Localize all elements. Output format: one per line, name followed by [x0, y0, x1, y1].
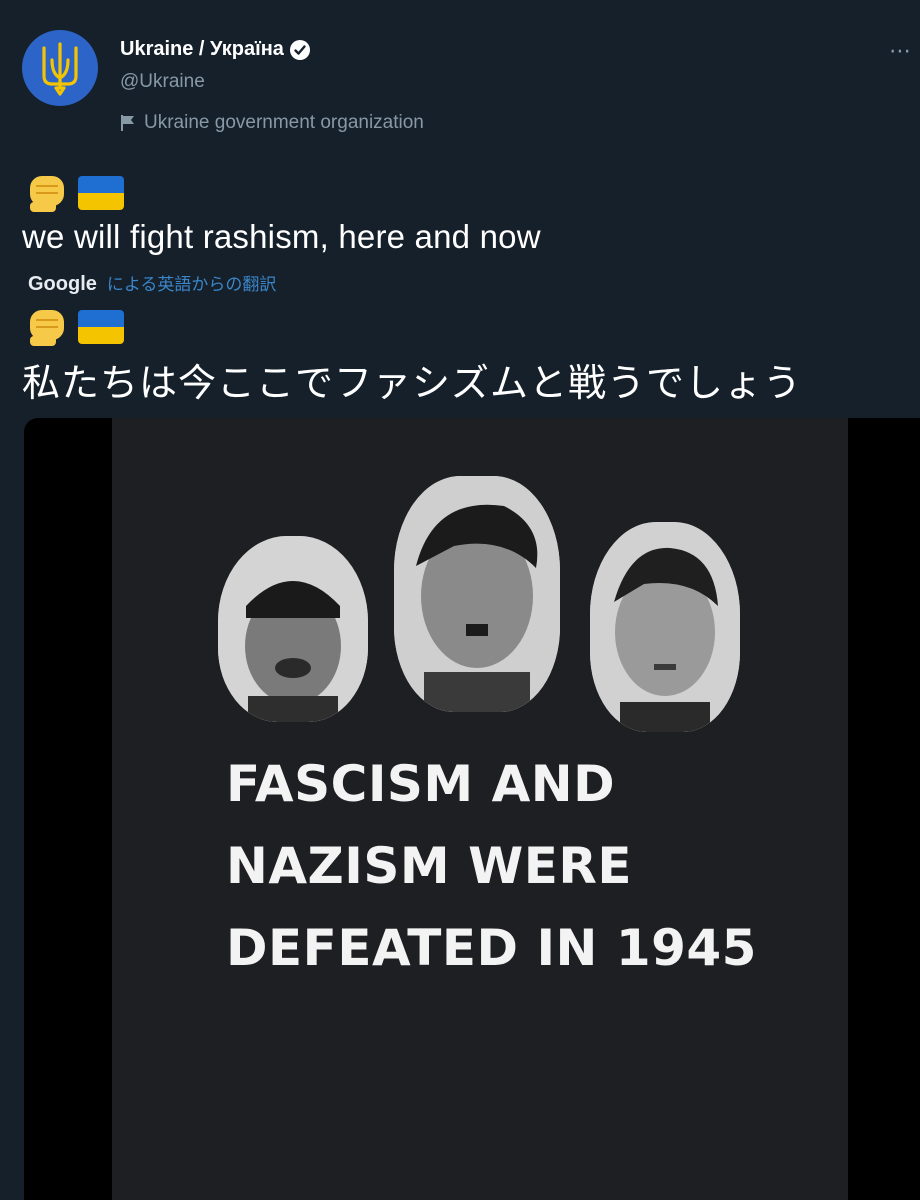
avatar[interactable]	[22, 30, 98, 106]
tweet-card: Ukraine / Україна @Ukraine Ukraine gover…	[0, 0, 920, 1200]
trident-icon	[42, 42, 78, 96]
caption-line: NAZISM WERE	[226, 837, 633, 895]
translation-link[interactable]: による英語からの翻訳	[107, 270, 277, 295]
flag-icon	[121, 115, 134, 131]
verified-badge-icon	[289, 39, 310, 60]
translated-text: 私たちは今ここでファシズムと戦うでしょう	[22, 363, 803, 405]
portrait-right	[590, 522, 740, 732]
emoji-row-translated	[24, 306, 124, 348]
portrait-left	[218, 536, 368, 722]
display-name-text: Ukraine / Україна	[120, 38, 284, 60]
translation-label: Google による英語からの翻訳	[28, 270, 276, 296]
display-name[interactable]: Ukraine / Україна	[120, 38, 310, 61]
tweet-text: we will fight rashism, here and now	[22, 218, 541, 255]
government-org-label: Ukraine government organization	[120, 112, 424, 134]
raised-fist-icon	[30, 176, 64, 212]
portrait-center	[394, 476, 560, 712]
raised-fist-icon	[30, 310, 64, 346]
tweet-media-image[interactable]: FASCISM AND NAZISM WERE DEFEATED IN 1945	[24, 418, 920, 1200]
org-label-text: Ukraine government organization	[144, 112, 424, 133]
caption-line: FASCISM AND	[226, 755, 616, 813]
more-options-icon[interactable]: ⋯	[889, 38, 912, 64]
caption-line: DEFEATED IN 1945	[226, 919, 757, 977]
google-label: Google	[28, 273, 97, 295]
media-caption: FASCISM AND NAZISM WERE DEFEATED IN 1945	[226, 743, 757, 989]
ukraine-flag-icon	[78, 176, 124, 210]
emoji-row	[24, 172, 124, 214]
user-handle[interactable]: @Ukraine	[120, 71, 205, 93]
ukraine-flag-icon	[78, 310, 124, 344]
media-content: FASCISM AND NAZISM WERE DEFEATED IN 1945	[112, 418, 848, 1200]
